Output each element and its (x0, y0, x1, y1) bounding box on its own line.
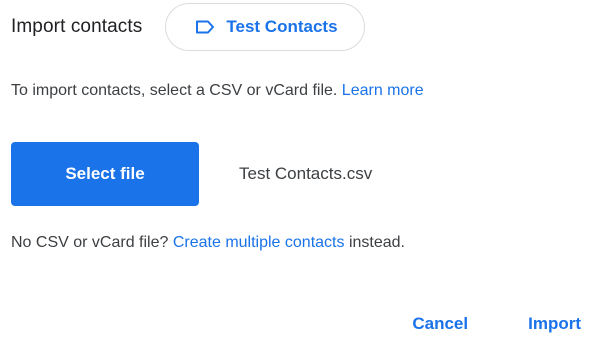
file-selection-row: Select file Test Contacts.csv (11, 142, 372, 206)
import-contacts-dialog: Import contacts Test Contacts To import … (0, 0, 609, 343)
instructions-text: To import contacts, select a CSV or vCar… (11, 82, 338, 99)
import-button[interactable]: Import (528, 314, 581, 334)
select-file-button[interactable]: Select file (11, 142, 199, 206)
learn-more-link[interactable]: Learn more (342, 82, 424, 99)
label-chip-text: Test Contacts (226, 17, 338, 36)
no-file-suffix: instead. (348, 234, 405, 251)
no-file-hint: No CSV or vCard file? Create multiple co… (11, 234, 405, 252)
cancel-button[interactable]: Cancel (412, 314, 468, 334)
dialog-title: Import contacts (11, 16, 143, 37)
create-multiple-contacts-link[interactable]: Create multiple contacts (173, 234, 345, 251)
label-chip[interactable]: Test Contacts (165, 3, 365, 51)
dialog-actions: Cancel Import (412, 310, 581, 338)
dialog-header: Import contacts Test Contacts (11, 0, 365, 54)
no-file-prefix: No CSV or vCard file? (11, 234, 169, 251)
label-icon (194, 19, 216, 35)
selected-file-name: Test Contacts.csv (239, 164, 373, 183)
import-instructions: To import contacts, select a CSV or vCar… (11, 82, 424, 100)
